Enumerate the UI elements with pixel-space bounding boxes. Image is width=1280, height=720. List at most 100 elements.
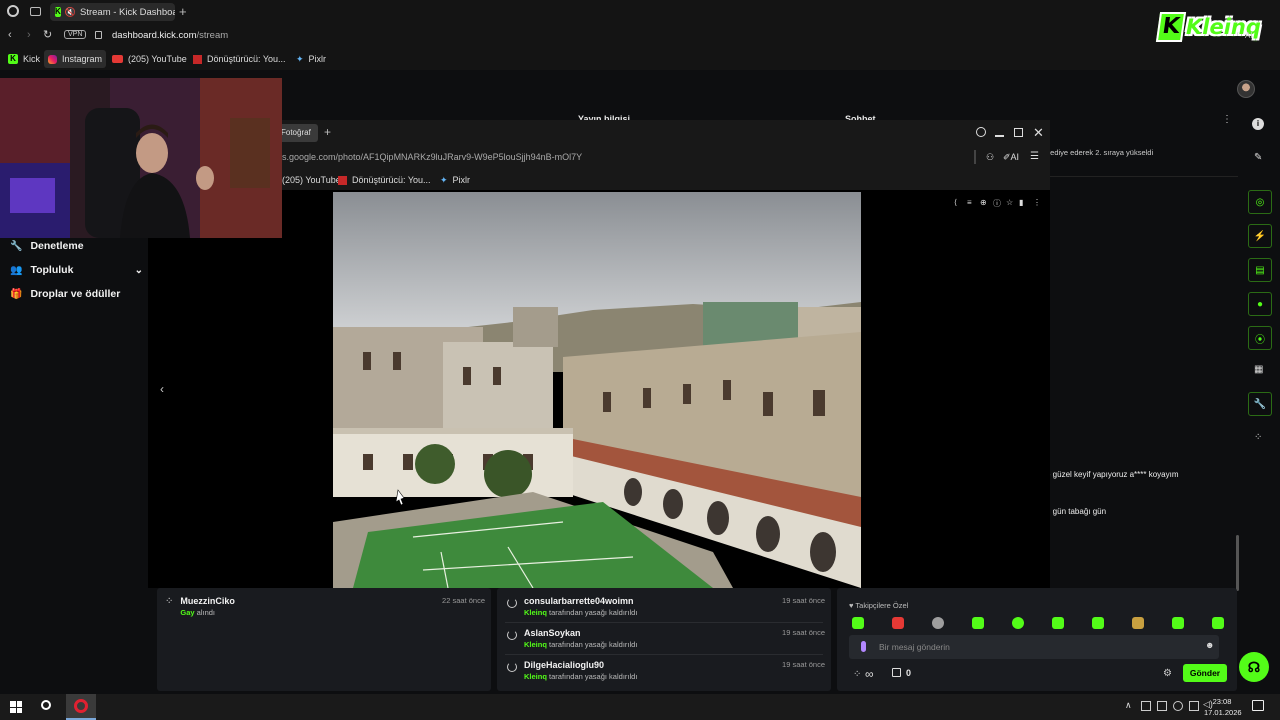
forward-icon[interactable]: ›: [27, 29, 31, 41]
opera-taskbar-icon[interactable]: [66, 694, 96, 720]
points-icon[interactable]: ⁘: [853, 669, 861, 680]
sidebar-item-topluluk[interactable]: 👥 Topluluk ⌄: [10, 264, 143, 276]
url-field[interactable]: dashboard.kick.com/stream: [112, 30, 228, 41]
vpn-badge[interactable]: VPN: [64, 30, 87, 39]
menu-icon[interactable]: ☰: [1030, 151, 1039, 162]
mic-icon[interactable]: [861, 641, 866, 652]
account-icon[interactable]: ⚇: [986, 152, 994, 163]
emote-icon[interactable]: [1212, 617, 1224, 629]
adjust-icon[interactable]: ≡: [967, 198, 972, 207]
opera-menu-icon[interactable]: [7, 5, 19, 17]
tray-icon[interactable]: [1173, 701, 1183, 711]
reload-icon[interactable]: ↻: [43, 28, 52, 41]
tab-stream-kick-dashboard[interactable]: K 🔇 Stream - Kick Dashboard: [50, 3, 175, 21]
activity-user[interactable]: consularbarrette04woimn: [524, 596, 637, 606]
heart-icon: ♥: [849, 601, 854, 610]
emoji-icon[interactable]: ☻: [1205, 640, 1214, 650]
bookmark-converter[interactable]: Dönüştürücü: You...: [334, 171, 435, 189]
info-icon[interactable]: ⓘ: [993, 198, 1001, 209]
activity-user[interactable]: MuezzinCiko: [180, 596, 235, 606]
emote-icon[interactable]: [1012, 617, 1024, 629]
trash-icon[interactable]: ▮: [1019, 198, 1023, 207]
viewer-url[interactable]: s.google.com/photo/AF1QipMNARKz9luJRarv9…: [282, 152, 582, 162]
chat-bubble-icon[interactable]: ●: [1248, 292, 1272, 316]
close-icon[interactable]: ✕: [1033, 125, 1044, 141]
help-fab-button[interactable]: ☊: [1239, 652, 1269, 682]
activity-row: consularbarrette04woimn Kleinq tarafında…: [507, 596, 637, 617]
prev-photo-icon[interactable]: ‹: [160, 382, 164, 396]
lightning-icon[interactable]: ⚡: [1248, 224, 1272, 248]
chat-pinned-line: hediye ederek 2. sıraya yükseldi: [1046, 148, 1154, 157]
search-icon[interactable]: [41, 700, 51, 710]
tray-chevron-icon[interactable]: ∧: [1125, 700, 1132, 711]
dots-icon[interactable]: ⁘: [1254, 432, 1262, 443]
minimize-icon[interactable]: [995, 135, 1004, 137]
back-icon[interactable]: ‹: [8, 29, 12, 41]
document-icon[interactable]: ▤: [1248, 258, 1272, 282]
emote-icon[interactable]: [1052, 617, 1064, 629]
notifications-icon[interactable]: [1252, 700, 1264, 711]
courtyard-photo[interactable]: [333, 192, 861, 588]
new-tab-button[interactable]: +: [324, 125, 331, 139]
focus-icon[interactable]: ◎: [1248, 190, 1272, 214]
activity-time: 19 saat önce: [782, 596, 825, 605]
emote-icon[interactable]: [1132, 617, 1144, 629]
pixlr-icon: ✦: [296, 53, 304, 64]
sidebar-item-denetleme[interactable]: 🔧 Denetleme: [10, 240, 84, 252]
search-icon[interactable]: [976, 127, 986, 137]
more-icon[interactable]: ⋮: [1033, 198, 1041, 207]
bookmark-kick[interactable]: K Kick: [4, 50, 44, 68]
pencil-icon[interactable]: ✎: [1254, 152, 1262, 163]
viewer-tab[interactable]: Fotoğraf: [278, 124, 318, 142]
activity-user[interactable]: DilgeHacialioglu90: [524, 660, 637, 670]
bookmark-label: Dönüştürücü: You...: [207, 54, 286, 64]
activity-panel-right: consularbarrette04woimn Kleinq tarafında…: [497, 588, 831, 691]
sidebar-item-label: Topluluk: [30, 264, 74, 276]
bookmarks-bar: K Kick Instagram (205) YouTube Dönüştürü…: [0, 48, 1280, 70]
share-icon[interactable]: ⟨: [954, 198, 957, 207]
tray-icon[interactable]: [1141, 701, 1151, 711]
maximize-icon[interactable]: [1014, 128, 1023, 137]
clock[interactable]: 23:08 17.01.2026: [1204, 696, 1242, 718]
chat-controls: ♥ Takipçilere Özel Bir mesaj gönderin ☻ …: [837, 588, 1237, 691]
windows-taskbar: ∧ ◁) 23:08 17.01.2026: [0, 694, 1280, 720]
youtube-icon: [112, 55, 123, 63]
bookmark-instagram[interactable]: Instagram: [44, 50, 107, 68]
send-button[interactable]: Gönder: [1183, 664, 1227, 682]
info-icon[interactable]: i: [1252, 118, 1264, 130]
bookmark-pixlr[interactable]: ✦ Pixlr: [436, 171, 474, 189]
emote-icon[interactable]: [1092, 617, 1104, 629]
calendar-icon[interactable]: [892, 668, 901, 677]
broadcast-icon[interactable]: ⦿: [1248, 326, 1272, 350]
tab-switcher-icon[interactable]: [30, 7, 41, 16]
chevron-down-icon[interactable]: ⌄: [135, 265, 143, 276]
emote-icon[interactable]: [892, 617, 904, 629]
tray-icon[interactable]: [1157, 701, 1167, 711]
bookmark-youtube[interactable]: (205) YouTube: [108, 50, 191, 68]
emote-icon[interactable]: [932, 617, 944, 629]
windows-start-icon[interactable]: [10, 701, 22, 713]
speaker-mute-icon[interactable]: 🔇: [65, 7, 76, 18]
emote-icon[interactable]: [1172, 617, 1184, 629]
new-tab-button[interactable]: +: [179, 4, 187, 19]
network-icon[interactable]: [1189, 701, 1199, 711]
converter-icon: [193, 54, 202, 64]
stack-icon[interactable]: ▦: [1254, 364, 1263, 375]
panel-menu-icon[interactable]: ⋮: [1222, 114, 1232, 125]
sidebar-item-droplar[interactable]: 🎁 Droplar ve ödüller: [10, 288, 120, 300]
activity-user[interactable]: AslanSoykan: [524, 628, 637, 638]
chat-scrollbar[interactable]: [1236, 535, 1239, 591]
star-icon[interactable]: ☆: [1006, 198, 1013, 207]
chat-input[interactable]: Bir mesaj gönderin ☻: [849, 635, 1219, 659]
browser-ai-label[interactable]: AI: [1245, 31, 1253, 40]
emote-icon[interactable]: [852, 617, 864, 629]
gear-icon[interactable]: ⚙: [1163, 668, 1172, 679]
gift-icon: 🎁: [10, 288, 23, 300]
zoom-icon[interactable]: ⊕: [980, 198, 987, 207]
user-avatar[interactable]: [1237, 80, 1255, 98]
wrench-icon[interactable]: 🔧: [1248, 392, 1272, 416]
bookmark-converter[interactable]: Dönüştürücü: You...: [189, 50, 290, 68]
ai-icon[interactable]: ✐AI: [1003, 152, 1019, 163]
emote-icon[interactable]: [972, 617, 984, 629]
bookmark-pixlr[interactable]: ✦ Pixlr: [292, 50, 330, 68]
